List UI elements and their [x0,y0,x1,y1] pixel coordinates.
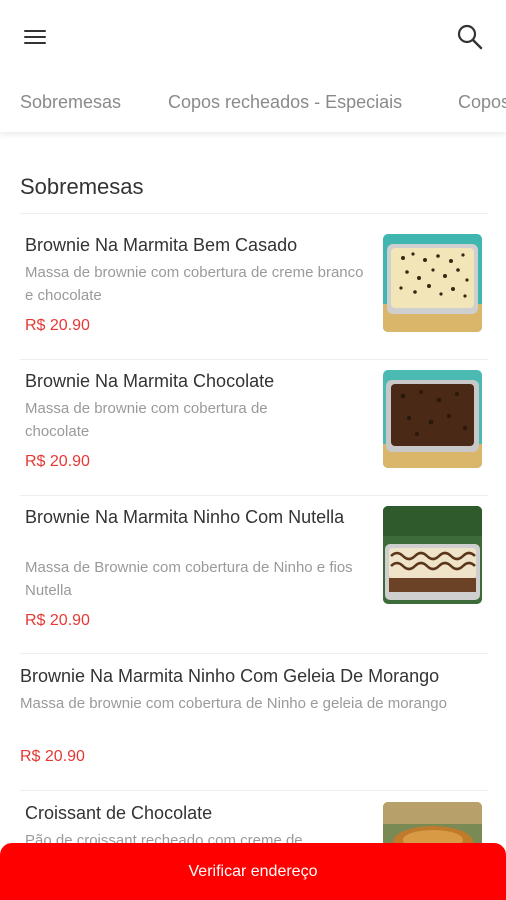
tab-sobremesas[interactable]: Sobremesas [20,92,121,113]
section-title: Sobremesas [20,174,144,199]
search-icon[interactable] [455,22,485,52]
item-description: Massa de Brownie com cobertura de Ninho … [25,559,353,599]
item-price: R$ 20.90 [25,453,90,470]
item-name: Brownie Na Marmita Bem Casado [25,235,298,255]
menu-item[interactable]: Brownie Na Marmita Ninho Com Nutella Mas… [0,496,506,653]
item-description: Massa de brownie com cobertura de creme … [25,264,364,304]
item-image [383,234,482,332]
tab-copos[interactable]: Copos [458,92,506,113]
menu-icon[interactable] [22,26,48,48]
item-name: Croissant de Chocolate [25,803,213,823]
item-description: Massa de brownie com cobertura de chocol… [25,400,268,440]
menu-item[interactable]: Brownie Na Marmita Ninho Com Geleia De M… [0,654,506,790]
category-tabs: Sobremesas Copos recheados - Especiais C… [0,72,506,132]
item-description: Massa de brownie com cobertura de Ninho … [20,695,447,712]
item-name: Brownie Na Marmita Ninho Com Geleia De M… [20,666,440,686]
item-price: R$ 20.90 [20,748,85,765]
tab-copos-recheados-especiais[interactable]: Copos recheados - Especiais [168,92,402,113]
item-image [383,370,482,468]
item-name: Brownie Na Marmita Ninho Com Nutella [25,507,345,527]
item-price: R$ 20.90 [25,317,90,334]
verify-address-button[interactable]: Verificar endereço [0,843,506,900]
item-price: R$ 20.90 [25,612,90,629]
menu-item[interactable]: Croissant de Chocolate Pão de croissant … [0,791,506,851]
menu-item[interactable]: Brownie Na Marmita Chocolate Massa de br… [0,360,506,495]
top-bar [0,0,506,72]
item-image [383,506,482,604]
item-name: Brownie Na Marmita Chocolate [25,371,275,391]
menu-item[interactable]: Brownie Na Marmita Bem Casado Massa de b… [0,214,506,359]
